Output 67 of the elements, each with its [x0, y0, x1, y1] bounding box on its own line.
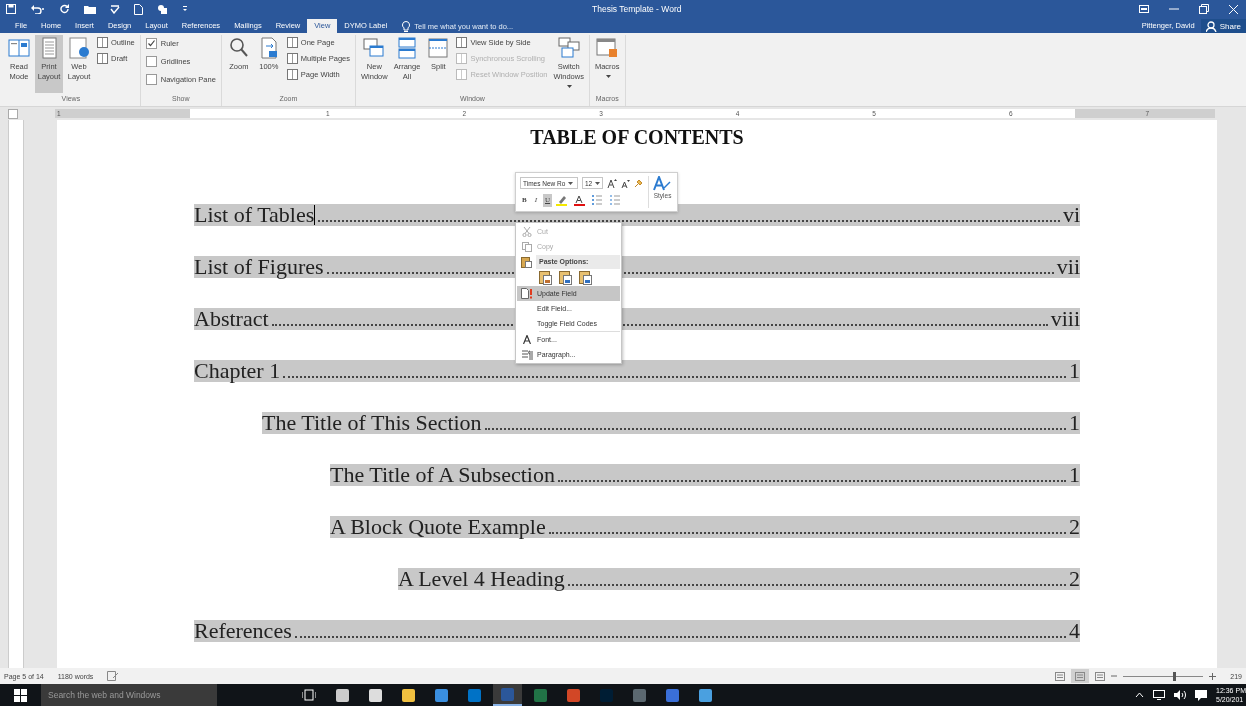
page-icon	[456, 37, 468, 48]
new-document-icon[interactable]	[134, 3, 143, 15]
checkbox[interactable]	[145, 56, 157, 67]
search-field[interactable]: Search the web and Windows	[41, 684, 217, 706]
copy-icon	[522, 241, 532, 252]
save-icon[interactable]	[6, 4, 16, 14]
page-icon	[286, 37, 298, 48]
share-button[interactable]: Share	[1200, 19, 1246, 33]
redo-icon[interactable]	[60, 4, 70, 14]
shrink-font-icon[interactable]	[621, 178, 631, 188]
page-icon	[97, 37, 108, 48]
font-icon	[523, 335, 531, 344]
scissors-icon	[522, 226, 532, 237]
task-view-icon[interactable]	[302, 689, 316, 701]
macro-icon	[595, 36, 620, 60]
network-icon[interactable]	[1153, 690, 1165, 700]
minimize-icon[interactable]	[1169, 5, 1179, 13]
styles-icon	[652, 176, 673, 192]
checkbox[interactable]	[145, 74, 157, 85]
page-icon	[286, 69, 298, 80]
dropdown-arrow-icon	[595, 181, 601, 185]
toc-entry[interactable]: Chapter 1 1	[194, 360, 1080, 382]
toc-entry[interactable]: List of Tables vi	[194, 204, 1080, 226]
update-field-icon	[521, 288, 533, 299]
volume-icon[interactable]	[1174, 690, 1186, 700]
ribbon-display-icon[interactable]	[1139, 5, 1149, 13]
windows-icon	[556, 36, 581, 60]
page-icon	[286, 53, 298, 64]
customize-icon[interactable]	[182, 5, 188, 13]
close-icon[interactable]	[1229, 4, 1238, 14]
notification-icon[interactable]	[1195, 689, 1207, 701]
toc-entry[interactable]: The Title of A Subsection 1	[330, 464, 1080, 486]
share-label: Share	[1219, 21, 1241, 31]
book-icon	[7, 36, 31, 60]
proofing-icon[interactable]	[107, 671, 120, 681]
touch-mode-icon[interactable]	[157, 3, 168, 15]
windows-icon	[362, 36, 387, 60]
zoom-in-icon[interactable]	[1209, 672, 1217, 680]
toc-entry[interactable]: The Title of This Section 1	[262, 412, 1080, 434]
window-title: Thesis Template - Word	[592, 4, 682, 14]
restore-icon[interactable]	[1199, 4, 1209, 14]
spelling-icon[interactable]	[110, 4, 120, 14]
toc-entry[interactable]: A Level 4 Heading 2	[398, 568, 1080, 590]
paste-option-icon[interactable]	[579, 270, 593, 285]
view-button[interactable]	[1071, 669, 1090, 683]
lightbulb-icon	[402, 20, 411, 32]
paste-option-icon[interactable]	[559, 270, 573, 285]
toc-entry[interactable]: A Block Quote Example 2	[330, 516, 1080, 538]
paste-option-icon[interactable]	[539, 270, 553, 285]
document-heading: TABLE OF CONTENTS	[530, 126, 744, 149]
toc-entry[interactable]: References 4	[194, 620, 1080, 642]
folder-icon[interactable]	[84, 4, 96, 14]
dropdown-arrow-icon	[568, 181, 574, 185]
web-page-icon	[67, 36, 91, 60]
person-icon	[1205, 20, 1217, 32]
page-icon	[456, 53, 468, 64]
grow-font-icon[interactable]	[607, 178, 618, 189]
checkbox[interactable]	[145, 38, 157, 49]
page-icon	[456, 69, 468, 80]
paragraph-icon	[521, 349, 533, 360]
clipboard-icon	[521, 255, 532, 268]
undo-icon[interactable]	[30, 4, 46, 14]
windows-icon	[426, 36, 451, 60]
page-icon	[97, 53, 108, 64]
slider-thumb[interactable]	[1172, 671, 1176, 681]
chevron-up-icon[interactable]	[1135, 692, 1144, 698]
windows-start-icon[interactable]	[14, 688, 27, 702]
